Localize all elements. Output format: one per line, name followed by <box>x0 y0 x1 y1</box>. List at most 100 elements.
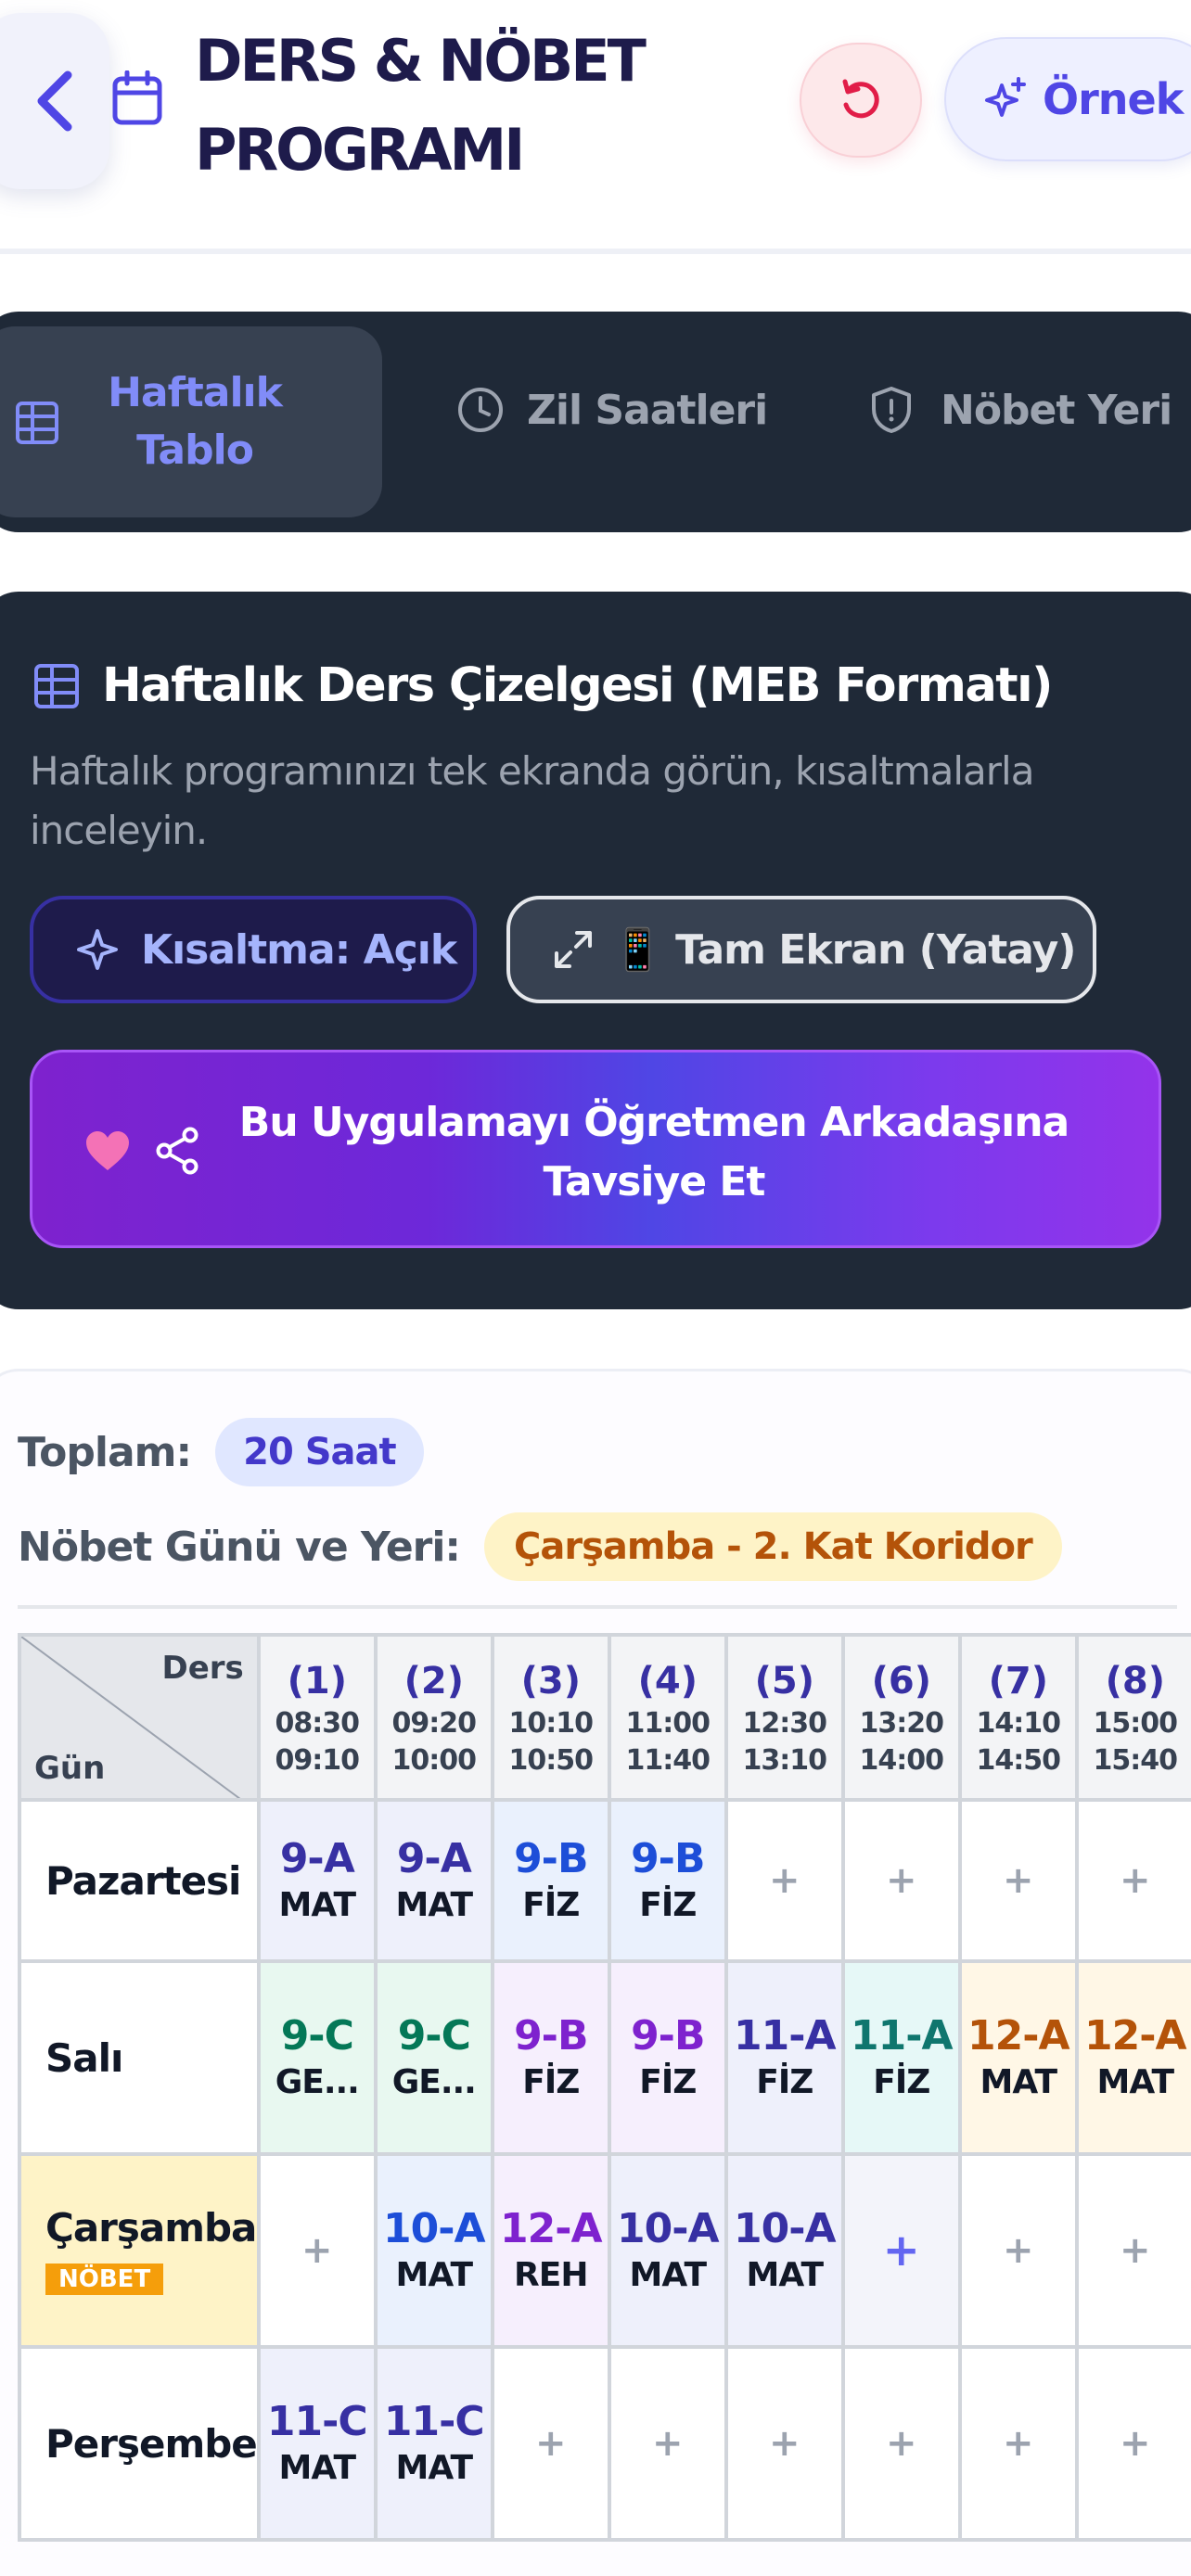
day-label-cell: Salı <box>18 1959 261 2156</box>
lesson-subject: MAT <box>629 2256 707 2294</box>
lesson-cell[interactable]: 9-A MAT <box>373 1798 494 1963</box>
empty-slot-add-button[interactable]: + <box>1074 2345 1191 2542</box>
calendar-icon <box>112 70 162 125</box>
tab-weekly-table-label: Haftalık Tablo <box>108 369 283 474</box>
back-button[interactable] <box>0 13 109 189</box>
lesson-cell[interactable]: 9-B FİZ <box>490 1798 611 1963</box>
lesson-cell[interactable]: 9-C GE... <box>256 1959 378 2156</box>
period-start: 11:00 <box>625 1707 711 1740</box>
period-end: 15:40 <box>1093 1744 1179 1777</box>
schedule-row: Pazartesi 9-A MAT 9-A MAT 9-B FİZ 9-B FİZ + + + + <box>18 1798 1191 1963</box>
recommend-app-button[interactable]: Bu Uygulamayı Öğretmen Arkadaşına Tavsiy… <box>30 1050 1161 1248</box>
lesson-subject: GE... <box>391 2063 477 2101</box>
lesson-class: 11-A <box>734 2012 837 2060</box>
lesson-cell[interactable]: 11-A FİZ <box>840 1959 962 2156</box>
lesson-class: 12-A <box>1084 2012 1187 2060</box>
period-number: (8) <box>1105 1660 1165 1702</box>
empty-slot-add-button[interactable]: + <box>840 2345 962 2542</box>
empty-slot-add-button[interactable]: + <box>957 2152 1079 2349</box>
lesson-class: 11-C <box>383 2398 485 2445</box>
plus-icon: + <box>1003 2422 1034 2465</box>
shield-icon <box>872 387 911 433</box>
sparkle-icon <box>985 77 1026 117</box>
plus-icon: + <box>886 1859 917 1902</box>
period-number: (2) <box>403 1660 464 1702</box>
period-number: (5) <box>754 1660 814 1702</box>
plus-icon: + <box>769 1859 800 1902</box>
lesson-class: 9-C <box>280 2012 354 2060</box>
duty-info-row: Nöbet Günü ve Yeri: Çarşamba - 2. Kat Ko… <box>18 1512 1062 1581</box>
schedule-row: Salı 9-C GE... 9-C GE... 9-B FİZ 9-B FİZ 11-A FİZ 1… <box>18 1959 1191 2156</box>
clock-icon <box>458 388 503 432</box>
lesson-cell[interactable]: 12-A REH <box>490 2152 611 2349</box>
period-number: (7) <box>988 1660 1048 1702</box>
tab-duty-location-label: Nöbet Yeri <box>941 386 1172 434</box>
empty-slot-add-button[interactable]: + <box>724 2345 845 2542</box>
period-header: (8) 15:00 15:40 <box>1074 1633 1191 1802</box>
empty-slot-add-button[interactable]: + <box>724 1798 845 1963</box>
lesson-cell[interactable]: 9-B FİZ <box>607 1959 728 2156</box>
tab-duty-location[interactable]: Nöbet Yeri <box>870 386 1172 434</box>
fullscreen-button[interactable]: 📱 Tam Ekran (Yatay) <box>506 896 1096 1003</box>
lesson-subject: MAT <box>278 1886 356 1924</box>
lesson-cell[interactable]: 11-A FİZ <box>724 1959 845 2156</box>
lesson-cell[interactable]: 12-A MAT <box>1074 1959 1191 2156</box>
period-end: 10:50 <box>508 1744 595 1777</box>
empty-slot-add-button[interactable]: + <box>957 1798 1079 1963</box>
empty-slot-add-button[interactable]: + <box>957 2345 1079 2542</box>
period-header: (4) 11:00 11:40 <box>607 1633 728 1802</box>
lesson-cell[interactable]: 10-A MAT <box>373 2152 494 2349</box>
day-label-cell: Perşembe <box>18 2345 261 2542</box>
empty-slot-add-button[interactable]: + <box>1074 2152 1191 2349</box>
lesson-subject: REH <box>514 2256 588 2294</box>
empty-slot-add-button[interactable]: + <box>607 2345 728 2542</box>
schedule-info-card: Haftalık Ders Çizelgesi (MEB Formatı) Ha… <box>0 592 1191 1309</box>
period-start: 09:20 <box>391 1707 478 1740</box>
empty-slot-add-button[interactable]: + <box>840 2152 962 2349</box>
lesson-cell[interactable]: 9-A MAT <box>256 1798 378 1963</box>
plus-icon: + <box>301 2229 333 2272</box>
lesson-class: 9-B <box>514 2012 588 2060</box>
lesson-cell[interactable]: 10-A MAT <box>724 2152 845 2349</box>
plus-icon: + <box>652 2422 684 2465</box>
lesson-subject: MAT <box>278 2449 356 2487</box>
lesson-cell[interactable]: 11-C MAT <box>373 2345 494 2542</box>
example-button[interactable]: Örnek <box>944 37 1191 161</box>
period-header: (2) 09:20 10:00 <box>373 1633 494 1802</box>
lesson-cell[interactable]: 12-A MAT <box>957 1959 1079 2156</box>
period-number: (1) <box>287 1660 347 1702</box>
page-title: DERS & NÖBET PROGRAMI <box>195 27 647 184</box>
lesson-class: 9-B <box>631 1835 705 1882</box>
period-header-row: Ders Gün (1) 08:30 09:10 (2) 09:20 10:00 (3)… <box>18 1633 1191 1802</box>
lesson-cell[interactable]: 9-B FİZ <box>490 1959 611 2156</box>
abbreviation-toggle-button[interactable]: Kısaltma: Açık <box>30 896 477 1003</box>
lesson-class: 11-C <box>266 2398 368 2445</box>
lesson-class: 10-A <box>617 2205 720 2252</box>
empty-slot-add-button[interactable]: + <box>256 2152 378 2349</box>
plus-icon: + <box>1120 2422 1151 2465</box>
period-end: 14:50 <box>976 1744 1062 1777</box>
lesson-class: 9-C <box>397 2012 471 2060</box>
period-number: (4) <box>637 1660 698 1702</box>
lesson-cell[interactable]: 9-C GE... <box>373 1959 494 2156</box>
lesson-subject: FİZ <box>522 2063 580 2101</box>
lesson-cell[interactable]: 9-B FİZ <box>607 1798 728 1963</box>
lesson-class: 10-A <box>383 2205 486 2252</box>
tab-bell-times[interactable]: Zil Saatleri <box>456 386 768 434</box>
view-tabs: Haftalık Tablo Zil Saatleri Nöbet Yeri <box>0 312 1191 532</box>
lesson-class: 12-A <box>500 2205 603 2252</box>
lesson-class: 11-A <box>851 2012 954 2060</box>
plus-icon: + <box>535 2422 567 2465</box>
period-start: 10:10 <box>508 1707 595 1740</box>
reset-button[interactable] <box>800 43 922 158</box>
empty-slot-add-button[interactable]: + <box>490 2345 611 2542</box>
period-number: (6) <box>871 1660 931 1702</box>
empty-slot-add-button[interactable]: + <box>1074 1798 1191 1963</box>
lesson-class: 9-A <box>396 1835 472 1882</box>
tab-weekly-table[interactable]: Haftalık Tablo <box>0 326 382 517</box>
table-corner-cell: Ders Gün <box>18 1633 261 1802</box>
empty-slot-add-button[interactable]: + <box>840 1798 962 1963</box>
lesson-cell[interactable]: 11-C MAT <box>256 2345 378 2542</box>
lesson-cell[interactable]: 10-A MAT <box>607 2152 728 2349</box>
lesson-class: 9-B <box>514 1835 588 1882</box>
